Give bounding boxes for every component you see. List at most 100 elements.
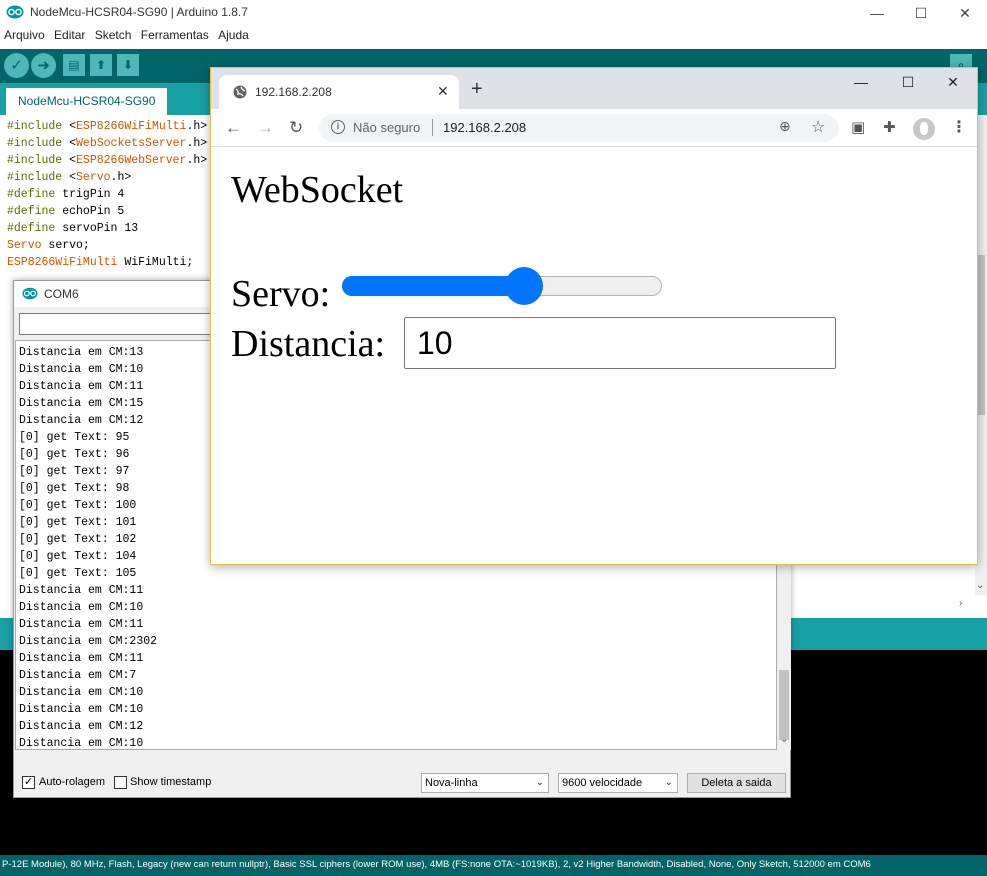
autoscroll-checkbox[interactable]: ✓ — [22, 776, 35, 789]
scroll-right-icon[interactable]: › — [959, 598, 962, 609]
url-text[interactable]: 192.168.2.208 — [443, 120, 526, 135]
serial-monitor-title: COM6 — [44, 287, 79, 301]
tab-close-icon[interactable]: ✕ — [437, 83, 449, 100]
serial-line: Distancia em CM:2302 — [19, 635, 158, 648]
serial-line: Distancia em CM:11 — [19, 584, 144, 597]
serial-output-lines: Distancia em CM:13 Distancia em CM:10 Dist… — [19, 344, 158, 750]
serial-line: [0] get Text: 104 — [19, 550, 137, 563]
serial-line: Distancia em CM:12 — [19, 414, 144, 427]
line-ending-value: Nova-linha — [425, 777, 478, 789]
code-line: #define echoPin 5 — [7, 205, 125, 218]
verify-icon[interactable]: ✓ — [4, 53, 29, 78]
arduino-logo-icon — [22, 287, 38, 305]
menu-editar[interactable]: Editar — [54, 28, 85, 42]
serial-line: Distancia em CM:10 — [19, 703, 144, 716]
minimize-icon[interactable]: — — [841, 74, 881, 90]
globe-icon — [233, 85, 247, 104]
serial-line: Distancia em CM:10 — [19, 686, 144, 699]
bookmark-star-icon[interactable]: ☆ — [811, 117, 825, 137]
serial-line: [0] get Text: 98 — [19, 482, 130, 495]
serial-line: [0] get Text: 101 — [19, 516, 137, 529]
serial-line: Distancia em CM:7 — [19, 669, 137, 682]
menu-ferramentas[interactable]: Ferramentas — [141, 28, 209, 42]
serial-line: Distancia em CM:10 — [19, 737, 144, 750]
autoscroll-label: Auto-rolagem — [39, 776, 106, 788]
arduino-window-title: NodeMcu-HCSR04-SG90 | Arduino 1.8.7 — [30, 5, 248, 19]
omnibox-separator — [432, 119, 433, 136]
serial-line: Distancia em CM:11 — [19, 652, 144, 665]
new-sketch-icon[interactable]: ▤ — [63, 54, 85, 76]
code-line: #define servoPin 13 — [7, 222, 139, 235]
kebab-menu-icon[interactable]: ⋮ — [951, 117, 967, 137]
back-icon[interactable]: ← — [225, 118, 242, 138]
distance-input[interactable]: 10 — [404, 317, 836, 369]
scroll-down-icon[interactable]: ⌄ — [976, 580, 984, 591]
extensions-puzzle-icon[interactable]: ✚ — [883, 118, 896, 136]
open-sketch-icon[interactable]: ⬆ — [90, 54, 112, 76]
serial-line: Distancia em CM:11 — [19, 380, 144, 393]
arduino-menubar: Arquivo Editar Sketch Ferramentas Ajuda — [0, 28, 251, 46]
serial-line: Distancia em CM:10 — [19, 601, 144, 614]
serial-line: Distancia em CM:13 — [19, 346, 144, 359]
distance-label: Distancia: — [231, 323, 386, 365]
serial-line: [0] get Text: 105 — [19, 567, 137, 580]
code-line: ESP8266WiFiMulti WiFiMulti; — [7, 256, 194, 269]
serial-footer: ✓ Auto-rolagem Show timestamp Nova-linha… — [14, 770, 790, 796]
menu-sketch[interactable]: Sketch — [95, 28, 132, 42]
arduino-titlebar: NodeMcu-HCSR04-SG90 | Arduino 1.8.7 — ☐ … — [0, 0, 987, 26]
serial-line: Distancia em CM:11 — [19, 618, 144, 631]
close-icon[interactable]: ✕ — [943, 0, 987, 26]
new-tab-icon[interactable]: + — [471, 78, 483, 101]
chrome-window: 192.168.2.208 ✕ + — ☐ ✕ ← → ↻ i Não segu… — [210, 67, 978, 565]
timestamp-label: Show timestamp — [130, 776, 212, 788]
save-sketch-icon[interactable]: ⬇ — [117, 54, 139, 76]
reload-icon[interactable]: ↻ — [289, 118, 303, 138]
chevron-down-icon: ⌄ — [535, 777, 544, 788]
baud-rate-value: 9600 velocidade — [562, 777, 643, 789]
servo-label: Servo: — [231, 273, 331, 315]
serial-line: Distancia em CM:15 — [19, 397, 144, 410]
page-heading: WebSocket — [231, 169, 404, 211]
cast-icon[interactable]: ▣ — [851, 118, 865, 136]
chrome-tabstrip: 192.168.2.208 ✕ + — ☐ ✕ — [211, 68, 977, 109]
browser-tab[interactable]: 192.168.2.208 ✕ — [219, 75, 459, 109]
serial-line: Distancia em CM:12 — [19, 720, 144, 733]
minimize-icon[interactable]: — — [855, 0, 899, 26]
code-line: #include <ESP8266WebServer.h> — [7, 154, 208, 167]
serial-scroll-thumb[interactable] — [779, 670, 789, 740]
security-label[interactable]: Não seguro — [353, 120, 420, 135]
info-icon[interactable]: i — [331, 120, 345, 134]
editor-scroll-thumb[interactable] — [977, 255, 985, 415]
maximize-icon[interactable]: ☐ — [888, 74, 928, 91]
address-bar[interactable]: i Não seguro 192.168.2.208 ⊕ ☆ — [319, 114, 839, 142]
menu-ajuda[interactable]: Ajuda — [218, 28, 249, 42]
zoom-icon[interactable]: ⊕ — [779, 118, 791, 135]
maximize-icon[interactable]: ☐ — [899, 0, 943, 26]
timestamp-checkbox[interactable] — [114, 776, 127, 789]
web-page: WebSocket Servo: Distancia: 10 — [211, 148, 977, 564]
serial-line: [0] get Text: 100 — [19, 499, 137, 512]
servo-slider-fill — [342, 276, 525, 296]
chevron-down-icon: ⌄ — [664, 777, 673, 788]
board-status-bar: P-12E Module), 80 MHz, Flash, Legacy (ne… — [0, 855, 987, 876]
line-ending-select[interactable]: Nova-linha ⌄ — [421, 773, 549, 793]
code-line: #include <Servo.h> — [7, 171, 132, 184]
code-line: #include <WebSocketsServer.h> — [7, 137, 208, 150]
chrome-toolbar: ← → ↻ i Não seguro 192.168.2.208 ⊕ ☆ ▣ ✚… — [211, 109, 977, 147]
code-lines: #include <ESP8266WiFiMulti.h> #include <W… — [7, 118, 207, 271]
close-icon[interactable]: ✕ — [933, 74, 973, 91]
upload-icon[interactable]: ➜ — [31, 53, 56, 78]
profile-avatar-icon[interactable] — [913, 118, 935, 140]
serial-line: [0] get Text: 102 — [19, 533, 137, 546]
clear-output-button[interactable]: Deleta a saida — [687, 773, 786, 793]
baud-rate-select[interactable]: 9600 velocidade ⌄ — [558, 773, 678, 793]
arduino-logo-icon — [6, 5, 24, 24]
sketch-tab[interactable]: NodeMcu-HCSR04-SG90 — [6, 88, 168, 115]
servo-slider-thumb[interactable] — [505, 267, 544, 305]
serial-line: [0] get Text: 96 — [19, 448, 130, 461]
serial-scroll-down-icon[interactable]: ⌄ — [780, 734, 788, 745]
serial-line: [0] get Text: 97 — [19, 465, 130, 478]
forward-icon[interactable]: → — [257, 118, 274, 138]
menu-arquivo[interactable]: Arquivo — [4, 28, 45, 42]
serial-line: [0] get Text: 95 — [19, 431, 130, 444]
